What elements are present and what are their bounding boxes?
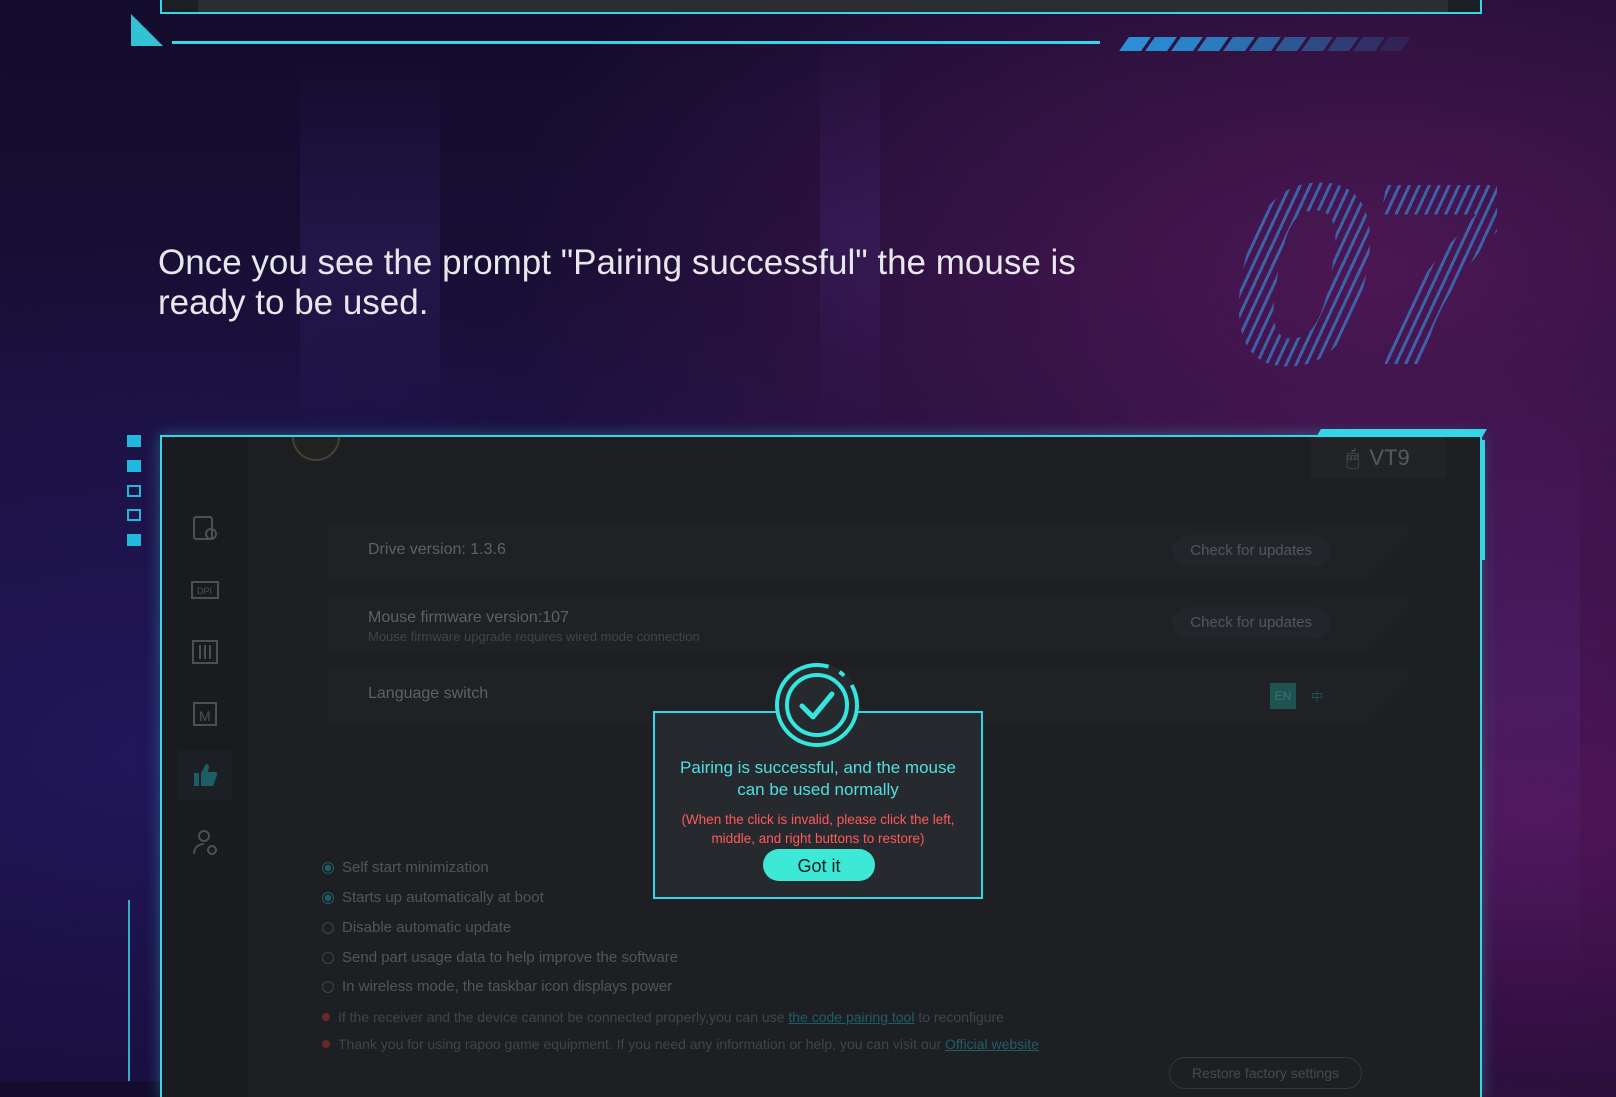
got-it-button[interactable]: Got it bbox=[763, 849, 875, 881]
option-label: Disable automatic update bbox=[342, 919, 512, 936]
radio-button[interactable] bbox=[322, 861, 334, 874]
firmware-version-label: Mouse firmware version:107 bbox=[368, 609, 569, 626]
dpi-icon[interactable]: DPI bbox=[188, 573, 222, 607]
bullet-dot bbox=[322, 1040, 330, 1048]
drive-version-label: Drive version: 1.3.6 bbox=[368, 541, 506, 558]
firmware-note: Mouse firmware upgrade requires wired mo… bbox=[368, 629, 700, 644]
language-option-zh[interactable]: 中 bbox=[1304, 683, 1330, 709]
firmware-version-row: Mouse firmware version:107 Mouse firmwar… bbox=[328, 595, 1408, 653]
success-message: Pairing is successful, and the mouse can… bbox=[680, 758, 956, 799]
step-number: 07 bbox=[1228, 130, 1507, 420]
device-settings-icon[interactable] bbox=[188, 511, 222, 545]
note-text: If the receiver and the device cannot be… bbox=[338, 1009, 789, 1025]
note-text: to reconfigure bbox=[914, 1009, 1004, 1025]
indicator-square bbox=[127, 485, 141, 497]
indicator-square bbox=[127, 509, 141, 521]
step-instruction: Once you see the prompt "Pairing success… bbox=[158, 243, 1076, 322]
check-drive-updates-button[interactable]: Check for updates bbox=[1172, 535, 1330, 567]
background-streak bbox=[820, 30, 880, 430]
code-pairing-tool-link[interactable]: the code pairing tool bbox=[788, 1009, 914, 1025]
bullet-dot bbox=[322, 1013, 330, 1021]
restore-factory-settings-button[interactable]: Restore factory settings bbox=[1168, 1057, 1362, 1089]
macro-icon[interactable]: M bbox=[188, 697, 222, 731]
warning-message: (When the click is invalid, please click… bbox=[681, 812, 955, 846]
indicator-square bbox=[127, 534, 141, 546]
option-label: Starts up automatically at boot bbox=[342, 889, 544, 906]
avatar[interactable] bbox=[292, 437, 340, 461]
device-model: 🖱 VT9 bbox=[1310, 437, 1446, 479]
option-send-usage-data[interactable]: Send part usage data to help improve the… bbox=[322, 949, 678, 966]
indicator-square bbox=[127, 460, 141, 472]
language-label: Language switch bbox=[368, 685, 489, 702]
option-label: Self start minimization bbox=[342, 859, 489, 876]
equalizer-icon[interactable] bbox=[188, 635, 222, 669]
background-streak bbox=[1490, 400, 1580, 1000]
check-circle-icon bbox=[775, 663, 859, 747]
option-taskbar-power[interactable]: In wireless mode, the taskbar icon displ… bbox=[322, 978, 672, 995]
radio-button[interactable] bbox=[322, 891, 334, 904]
option-label: Send part usage data to help improve the… bbox=[342, 949, 679, 966]
svg-text:DPI: DPI bbox=[197, 586, 212, 596]
sidebar: DPI M bbox=[162, 437, 248, 1097]
option-label: In wireless mode, the taskbar icon displ… bbox=[342, 978, 673, 995]
indicator-square bbox=[127, 435, 141, 447]
model-name: VT9 bbox=[1369, 445, 1410, 470]
corner-decoration bbox=[131, 14, 163, 46]
option-self-start-minimization[interactable]: Self start minimization bbox=[322, 859, 489, 876]
mouse-icon: 🖱 bbox=[1346, 445, 1360, 470]
language-option-en[interactable]: EN bbox=[1270, 683, 1296, 709]
side-line bbox=[128, 900, 130, 1081]
radio-button[interactable] bbox=[322, 951, 334, 964]
svg-text:M: M bbox=[199, 708, 211, 724]
divider-line bbox=[172, 41, 1100, 44]
radio-button[interactable] bbox=[322, 921, 334, 934]
website-note: Thank you for using rapoo game equipment… bbox=[322, 1036, 1039, 1052]
language-toggle: EN 中 bbox=[1270, 683, 1330, 709]
note-text: Thank you for using rapoo game equipment… bbox=[338, 1036, 946, 1052]
official-website-link[interactable]: Official website bbox=[945, 1036, 1039, 1052]
option-start-at-boot[interactable]: Starts up automatically at boot bbox=[322, 889, 544, 906]
stripe-decoration bbox=[1119, 37, 1411, 51]
radio-button[interactable] bbox=[322, 980, 334, 993]
previous-screenshot-frame bbox=[160, 0, 1482, 14]
check-firmware-updates-button[interactable]: Check for updates bbox=[1172, 607, 1330, 639]
pairing-note: If the receiver and the device cannot be… bbox=[322, 1009, 1004, 1025]
option-disable-auto-update[interactable]: Disable automatic update bbox=[322, 919, 511, 936]
user-settings-icon[interactable] bbox=[188, 825, 222, 859]
thumbs-up-icon[interactable] bbox=[178, 750, 232, 800]
drive-version-row: Drive version: 1.3.6 Check for updates bbox=[328, 523, 1408, 581]
